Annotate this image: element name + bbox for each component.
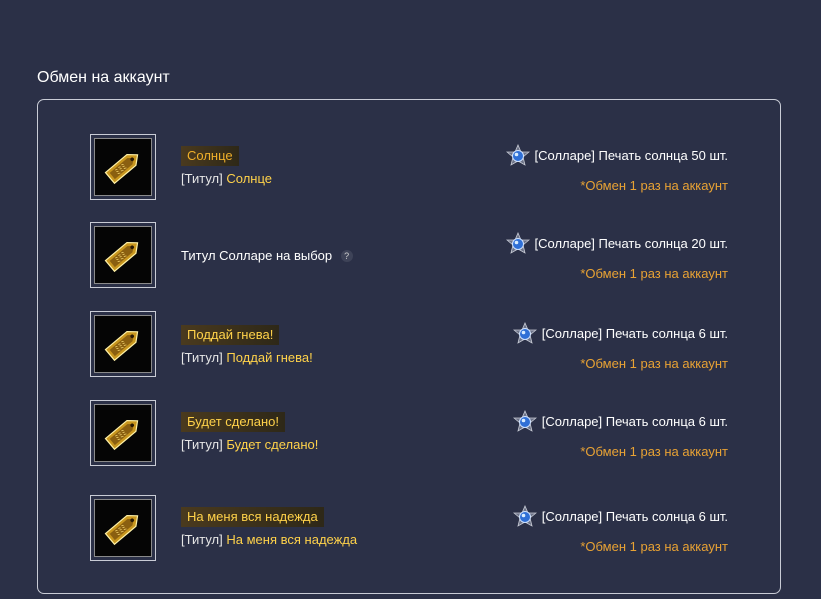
item-name-badge: Солнце — [181, 146, 239, 166]
price-block: [Солларе] Печать солнца 6 шт. *Обмен 1 р… — [512, 505, 728, 555]
item-slot[interactable]: ﾐﾐﾐ — [90, 222, 156, 288]
help-icon[interactable]: ? — [340, 250, 353, 262]
item-slot[interactable]: ﾐﾐﾐ — [90, 311, 156, 377]
sun-seal-icon — [512, 322, 537, 344]
exchange-row: ﾐﾐﾐ Титул Солларе на выбор ? [Солларе] П… — [38, 222, 780, 290]
item-slot[interactable]: ﾐﾐﾐ — [90, 495, 156, 561]
price-text: [Солларе] Печать солнца 6 шт. — [541, 326, 728, 341]
title-ticket-icon: ﾐﾐﾐ — [104, 419, 139, 451]
sun-seal-icon — [505, 144, 530, 166]
title-ticket-icon: ﾐﾐﾐ — [104, 330, 139, 362]
limit-note: *Обмен 1 раз на аккаунт — [580, 356, 728, 371]
item-slot[interactable]: ﾐﾐﾐ — [90, 400, 156, 466]
title-ticket-icon: ﾐﾐﾐ — [104, 153, 139, 185]
title-ticket-icon: ﾐﾐﾐ — [104, 241, 139, 273]
sun-seal-icon — [505, 232, 530, 254]
section-title: Обмен на аккаунт — [37, 69, 170, 86]
limit-note: *Обмен 1 раз на аккаунт — [580, 444, 728, 459]
price-text: [Солларе] Печать солнца 20 шт. — [534, 236, 729, 251]
price-block: [Солларе] Печать солнца 50 шт. *Обмен 1 … — [505, 144, 729, 194]
price-block: [Солларе] Печать солнца 6 шт. *Обмен 1 р… — [512, 410, 728, 460]
item-name-badge: На меня вся надежда — [181, 507, 324, 527]
limit-note: *Обмен 1 раз на аккаунт — [580, 266, 728, 281]
price-text: [Солларе] Печать солнца 6 шт. — [541, 509, 728, 524]
limit-note: *Обмен 1 раз на аккаунт — [580, 539, 728, 554]
item-slot[interactable]: ﾐﾐﾐ — [90, 134, 156, 200]
title-ticket-icon: ﾐﾐﾐ — [104, 514, 139, 546]
item-name-badge: Будет сделано! — [181, 412, 285, 432]
exchange-panel: ﾐﾐﾐ Солнце [Титул] Солнце [Солларе] Печа… — [37, 99, 781, 594]
price-text: [Солларе] Печать солнца 6 шт. — [541, 414, 728, 429]
price-block: [Солларе] Печать солнца 20 шт. *Обмен 1 … — [505, 232, 729, 282]
choice-label: Титул Солларе на выбор — [181, 248, 333, 263]
item-subline: [Титул] Солнце — [181, 171, 273, 186]
sun-seal-icon — [512, 410, 537, 432]
limit-note: *Обмен 1 раз на аккаунт — [580, 178, 728, 193]
exchange-row: ﾐﾐﾐ Будет сделано! [Титул] Будет сделано… — [38, 400, 780, 468]
price-text: [Солларе] Печать солнца 50 шт. — [534, 148, 729, 163]
item-name-badge: Поддай гнева! — [181, 325, 280, 345]
item-subline: [Титул] На меня вся надежда — [181, 532, 358, 547]
price-block: [Солларе] Печать солнца 6 шт. *Обмен 1 р… — [512, 322, 728, 372]
item-subline: [Титул] Поддай гнева! — [181, 350, 313, 365]
exchange-row: ﾐﾐﾐ Поддай гнева! [Титул] Поддай гнева! … — [38, 311, 780, 379]
sun-seal-icon — [512, 505, 537, 527]
exchange-row: ﾐﾐﾐ На меня вся надежда [Титул] На меня … — [38, 495, 780, 563]
item-subline: [Титул] Будет сделано! — [181, 437, 319, 452]
exchange-row: ﾐﾐﾐ Солнце [Титул] Солнце [Солларе] Печа… — [38, 134, 780, 202]
